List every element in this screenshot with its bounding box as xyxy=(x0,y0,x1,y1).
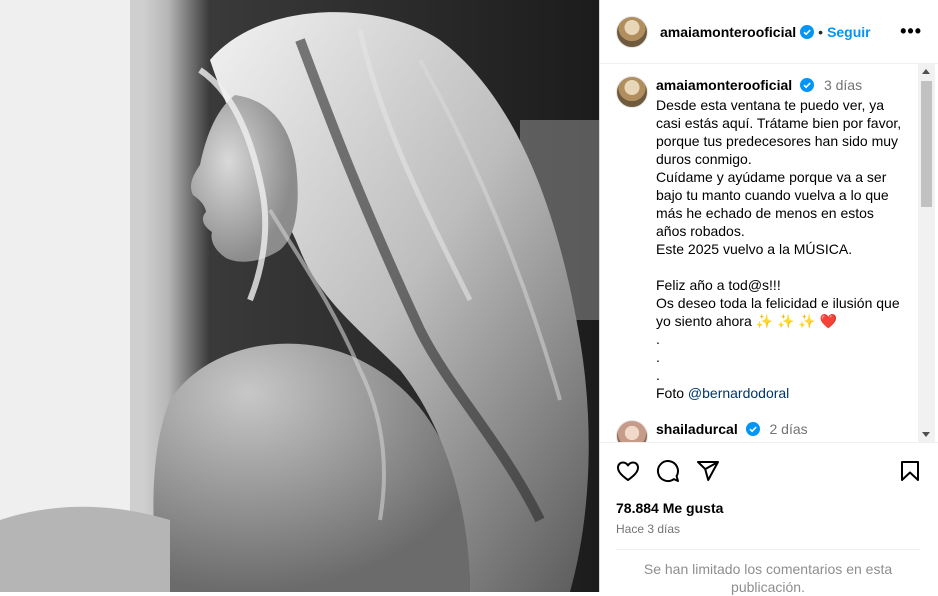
photographer-mention-link[interactable]: @bernardodoral xyxy=(688,385,789,401)
caption-line: . xyxy=(656,367,660,383)
post-header: amaiamonterooficial • Seguir ••• xyxy=(600,0,938,64)
caption-text: Desde esta ventana te puedo ver, ya casi… xyxy=(656,96,908,402)
likes-count[interactable]: 78.884 Me gusta xyxy=(616,500,922,516)
post-age[interactable]: Hace 3 días xyxy=(616,522,922,536)
caption-line: . xyxy=(656,349,660,365)
verified-badge-icon xyxy=(800,24,815,39)
comments-area[interactable]: amaiamonterooficial 3 días Desde esta ve… xyxy=(600,64,922,442)
caption-line: Os deseo toda la felicidad e ilusión que… xyxy=(656,295,900,329)
scrollbar-thumb[interactable] xyxy=(921,81,932,207)
scroll-up-arrow-icon[interactable] xyxy=(922,69,930,74)
caption-comment: amaiamonterooficial 3 días Desde esta ve… xyxy=(616,76,922,402)
caption-line: . xyxy=(656,331,660,347)
caption-line: Feliz año a tod@s!!! xyxy=(656,277,781,293)
author-username[interactable]: amaiamonterooficial xyxy=(660,24,796,40)
comment-icon[interactable] xyxy=(656,459,680,483)
more-options-icon[interactable]: ••• xyxy=(900,21,922,42)
commenter-avatar[interactable] xyxy=(616,420,648,442)
caption-line: Este 2025 vuelvo a la MÚSICA. xyxy=(656,241,853,257)
comment-timestamp[interactable]: 2 días xyxy=(769,421,807,437)
caption-line xyxy=(656,258,908,276)
follow-button[interactable]: Seguir xyxy=(827,24,871,40)
author-avatar[interactable] xyxy=(616,15,648,48)
bookmark-icon[interactable] xyxy=(898,459,922,483)
post-photo xyxy=(0,0,599,592)
photo-credit: Foto @bernardodoral xyxy=(656,384,908,402)
photo-credit-prefix: Foto xyxy=(656,385,688,401)
caption-timestamp[interactable]: 3 días xyxy=(824,77,862,93)
heart-icon[interactable] xyxy=(616,459,640,483)
commenter-username[interactable]: shailadurcal xyxy=(656,421,738,437)
comment-item: shailadurcal 2 días xyxy=(616,420,922,442)
verified-badge-icon xyxy=(800,78,815,92)
caption-line: Desde esta ventana te puedo ver, ya casi… xyxy=(656,97,902,167)
verified-badge-icon xyxy=(745,422,760,436)
share-icon[interactable] xyxy=(696,459,720,483)
caption-author-avatar[interactable] xyxy=(616,76,648,108)
photo-image xyxy=(0,0,599,592)
caption-line: Cuídame y ayúdame porque va a ser bajo t… xyxy=(656,169,889,239)
action-bar: 78.884 Me gusta Hace 3 días xyxy=(600,442,938,536)
separator-dot: • xyxy=(818,23,824,40)
caption-author-username[interactable]: amaiamonterooficial xyxy=(656,77,792,93)
post-side-panel: amaiamonterooficial • Seguir ••• amaiamo… xyxy=(599,0,938,595)
comments-scrollbar[interactable] xyxy=(918,64,935,442)
comments-limited-notice: Se han limitado los comentarios en esta … xyxy=(616,549,920,596)
scroll-down-arrow-icon[interactable] xyxy=(922,432,930,437)
